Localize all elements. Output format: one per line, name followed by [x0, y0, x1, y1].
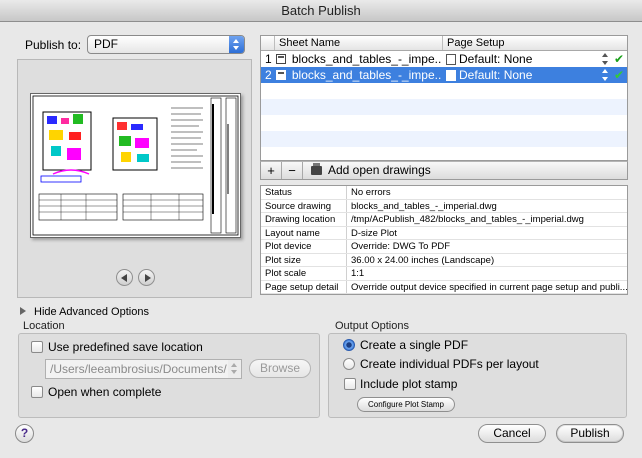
add-sheet-button[interactable]: +: [261, 162, 282, 179]
page-setup-select[interactable]: Default: None: [442, 51, 611, 67]
open-when-complete-checkbox[interactable]: [31, 386, 43, 398]
individual-pdfs-label: Create individual PDFs per layout: [360, 357, 539, 371]
remove-sheet-button[interactable]: −: [282, 162, 303, 179]
add-open-drawings-label: Add open drawings: [328, 163, 431, 177]
cancel-button[interactable]: Cancel: [478, 424, 546, 443]
header-sheet-name[interactable]: Sheet Name: [275, 36, 443, 50]
help-button[interactable]: ?: [15, 424, 34, 443]
sheet-row-1[interactable]: 1 blocks_and_tables_-_impe... Default: N…: [261, 51, 627, 67]
detail-value: 36.00 x 24.00 inches (Landscape): [351, 254, 495, 266]
individual-pdfs-radio[interactable]: [343, 358, 355, 370]
detail-row: Drawing location/tmp/AcPublish_482/block…: [261, 213, 627, 227]
save-location-arrows-icon: [228, 359, 242, 379]
detail-value: /tmp/AcPublish_482/blocks_and_tables_-_i…: [351, 214, 584, 225]
detail-key: Drawing location: [261, 213, 347, 226]
add-open-drawings-button[interactable]: Add open drawings: [303, 162, 431, 179]
page-setup-value: Default: None: [459, 68, 533, 82]
empty-row: [261, 147, 627, 160]
single-pdf-label: Create a single PDF: [360, 338, 469, 352]
detail-key: Plot device: [261, 240, 347, 253]
page-setup-icon: [446, 54, 457, 65]
detail-value: Override: DWG To PDF: [351, 241, 451, 252]
save-location-field: /Users/leeambrosius/Documents/: [45, 359, 230, 379]
detail-row: Page setup detail Override output device …: [261, 280, 627, 294]
detail-row: Layout name D-size Plot: [261, 226, 627, 240]
detail-row: Plot device Override: DWG To PDF: [261, 240, 627, 254]
sheet-details-table: Status No errors Source drawing blocks_and…: [260, 185, 628, 295]
sheet-toolbar: + − Add open drawings: [260, 161, 628, 180]
page-setup-icon: [446, 70, 457, 81]
advanced-options-label: Hide Advanced Options: [34, 306, 149, 318]
printer-icon: [311, 163, 322, 175]
window-title-bar: Batch Publish: [0, 0, 642, 22]
location-group-title: Location: [23, 320, 65, 332]
empty-row: [261, 83, 627, 99]
advanced-options-toggle[interactable]: Hide Advanced Options: [20, 306, 149, 318]
detail-row: Plot scale 1:1: [261, 267, 627, 281]
use-predefined-location-label: Use predefined save location: [48, 340, 203, 354]
publish-to-value: PDF: [94, 37, 118, 51]
page-setup-select[interactable]: Default: None: [442, 67, 611, 83]
sheet-table-header: Sheet Name Page Setup: [261, 36, 627, 51]
window-title: Batch Publish: [281, 3, 361, 18]
row-number: 1: [265, 52, 272, 66]
plot-stamp-checkbox[interactable]: [344, 378, 356, 390]
popup-arrows-icon: [229, 36, 244, 53]
page-setup-value: Default: None: [459, 52, 533, 66]
sheet-list-table[interactable]: Sheet Name Page Setup 1 blocks_and_table…: [260, 35, 628, 161]
detail-value: D-size Plot: [351, 227, 397, 239]
open-when-complete-label: Open when complete: [48, 385, 162, 399]
detail-key: Plot size: [261, 253, 347, 266]
detail-key: Status: [261, 186, 347, 199]
detail-key: Page setup detail: [261, 280, 347, 293]
empty-row: [261, 99, 627, 115]
header-page-setup[interactable]: Page Setup: [443, 36, 627, 50]
drawing-thumbnail: [32, 95, 239, 236]
detail-key: Plot scale: [261, 267, 347, 280]
output-options-group-title: Output Options: [335, 320, 409, 332]
detail-value: Override output device specified in curr…: [351, 281, 627, 293]
empty-row: [261, 115, 627, 131]
publish-button[interactable]: Publish: [556, 424, 624, 443]
detail-row: Source drawing blocks_and_tables_-_imperi…: [261, 199, 627, 213]
previous-sheet-button[interactable]: [116, 269, 133, 286]
drawing-preview: [30, 93, 241, 238]
disclosure-triangle-icon: [20, 307, 26, 315]
publish-to-select[interactable]: PDF: [87, 35, 245, 54]
configure-plot-stamp-button[interactable]: Configure Plot Stamp: [357, 397, 455, 412]
detail-value: blocks_and_tables_-_imperial.dwg: [351, 200, 497, 212]
detail-value: No errors: [351, 187, 391, 198]
header-spacer: [261, 36, 275, 50]
detail-key: Source drawing: [261, 199, 347, 212]
publish-to-label: Publish to:: [25, 38, 82, 52]
preview-panel: [17, 59, 252, 298]
use-predefined-location-checkbox[interactable]: [31, 341, 43, 353]
sheet-row-2[interactable]: 2 blocks_and_tables_-_impe... Default: N…: [261, 67, 627, 83]
single-pdf-radio[interactable]: [343, 339, 355, 351]
check-icon: ✔: [614, 68, 625, 82]
detail-key: Layout name: [261, 226, 347, 239]
stepper-arrows-icon: [602, 53, 609, 65]
drawing-file-icon: [275, 67, 289, 83]
next-sheet-button[interactable]: [138, 269, 155, 286]
plot-stamp-label: Include plot stamp: [360, 377, 458, 391]
sheet-name: blocks_and_tables_-_impe...: [291, 68, 443, 82]
browse-button[interactable]: Browse: [249, 359, 311, 378]
drawing-file-icon: [275, 51, 289, 67]
sheet-name: blocks_and_tables_-_impe...: [291, 52, 443, 66]
row-number: 2: [265, 68, 272, 82]
empty-row: [261, 131, 627, 147]
detail-row: Plot size 36.00 x 24.00 inches (Landscape…: [261, 253, 627, 267]
stepper-arrows-icon: [602, 69, 609, 81]
detail-value: 1:1: [351, 268, 365, 279]
check-icon: ✔: [614, 52, 625, 66]
detail-row: Status No errors: [261, 186, 627, 200]
